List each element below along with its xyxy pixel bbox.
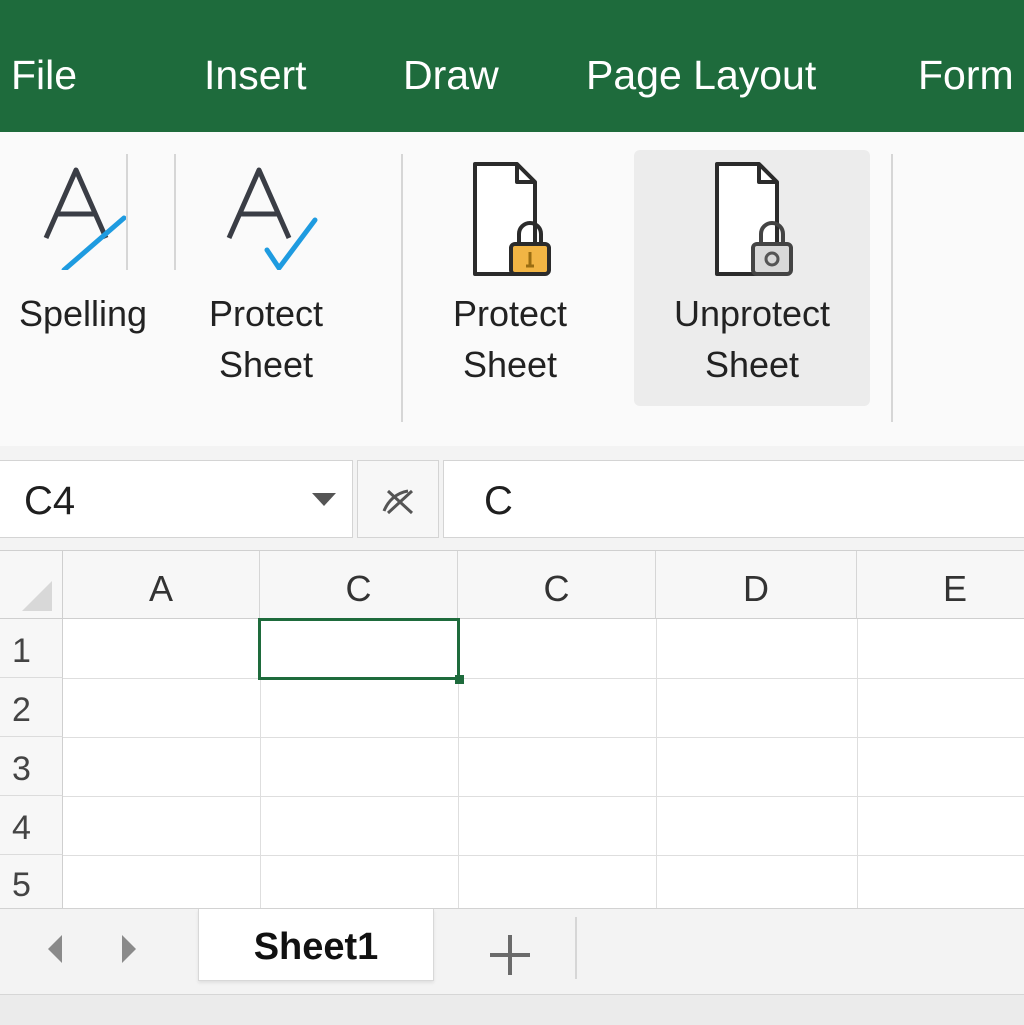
- function-icon: [382, 489, 414, 515]
- sheet-tab-bar: Sheet1: [0, 908, 1024, 995]
- protect-sheet-lock-label: Protect Sheet: [452, 293, 568, 385]
- unprotect-sheet-label: Unprotect Sheet: [673, 293, 831, 385]
- previous-sheet-arrow-icon[interactable]: [48, 935, 64, 968]
- document-lock-icon: [424, 160, 596, 280]
- protect-sheet-button[interactable]: Protect Sheet: [188, 150, 344, 406]
- spelling-button[interactable]: Spelling: [0, 150, 166, 406]
- row-header-5[interactable]: 5: [0, 855, 63, 909]
- name-box[interactable]: C4: [0, 460, 353, 538]
- column-header-e[interactable]: E: [857, 551, 1024, 619]
- spelling-icon: [0, 160, 166, 280]
- status-bar: [0, 994, 1024, 1025]
- spelling-label: Spelling: [18, 293, 148, 334]
- add-sheet-icon[interactable]: [482, 927, 538, 983]
- selected-cell[interactable]: [258, 618, 460, 680]
- gridline: [857, 619, 858, 909]
- column-header-c[interactable]: C: [260, 551, 458, 619]
- ribbon-separator: [174, 154, 176, 270]
- sheet-tab-sheet1[interactable]: Sheet1: [198, 909, 434, 981]
- column-header-d[interactable]: D: [656, 551, 857, 619]
- row-header-4[interactable]: 4: [0, 796, 63, 855]
- menu-file[interactable]: File: [11, 50, 77, 100]
- gridline: [63, 678, 1024, 679]
- chevron-down-icon[interactable]: [312, 493, 336, 512]
- protect-sheet-label: Protect Sheet: [208, 293, 324, 385]
- fill-handle[interactable]: [455, 675, 464, 684]
- menu-page-layout[interactable]: Page Layout: [586, 50, 816, 100]
- column-header-a[interactable]: A: [63, 551, 260, 619]
- tab-separator: [575, 917, 577, 979]
- row-header-1[interactable]: 1: [0, 619, 63, 678]
- menu-bar: File Insert Draw Page Layout Form: [0, 0, 1024, 132]
- spelling-check-icon: [188, 160, 344, 280]
- formula-input[interactable]: C: [443, 460, 1024, 538]
- insert-function-button[interactable]: [357, 460, 439, 538]
- formula-value: C: [484, 479, 513, 523]
- spreadsheet-grid: A C C D E 1 2 3 4 5: [0, 550, 1024, 909]
- select-all-corner[interactable]: [0, 551, 63, 619]
- row-header-3[interactable]: 3: [0, 737, 63, 796]
- formula-bar: C4 C: [0, 446, 1024, 550]
- document-unlock-icon: [634, 160, 870, 280]
- ribbon-separator: [401, 154, 403, 422]
- gridline: [63, 796, 1024, 797]
- name-box-value: C4: [24, 479, 76, 523]
- row-header-2[interactable]: 2: [0, 678, 63, 737]
- ribbon-separator: [891, 154, 893, 422]
- column-header-c2[interactable]: C: [458, 551, 656, 619]
- ribbon-separator: [126, 154, 128, 270]
- protect-sheet-lock-button[interactable]: Protect Sheet: [424, 150, 596, 406]
- gridline: [63, 737, 1024, 738]
- menu-draw[interactable]: Draw: [403, 50, 499, 100]
- menu-formulas[interactable]: Form: [918, 50, 1014, 100]
- menu-insert[interactable]: Insert: [204, 50, 307, 100]
- gridline: [656, 619, 657, 909]
- unprotect-sheet-button[interactable]: Unprotect Sheet: [634, 150, 870, 406]
- ribbon: Spelling Protect Sheet Protect Sheet Unp…: [0, 132, 1024, 447]
- gridline: [63, 855, 1024, 856]
- next-sheet-arrow-icon[interactable]: [120, 935, 136, 968]
